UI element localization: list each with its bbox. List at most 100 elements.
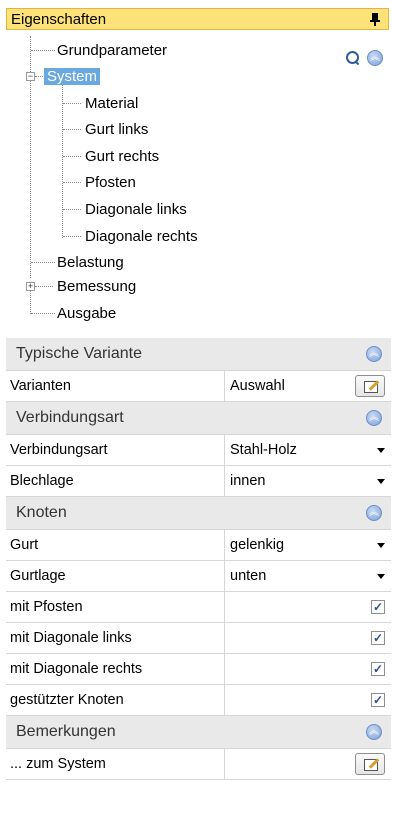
tree-item-material[interactable]: Material xyxy=(82,91,141,115)
property-name: mit Diagonale links xyxy=(6,623,225,653)
tree-item-label: Belastung xyxy=(57,253,124,271)
section-title: Bemerkungen xyxy=(16,723,116,740)
tree-item-ausgabe[interactable]: Ausgabe xyxy=(54,301,119,325)
tree-item-label: Diagonale rechts xyxy=(85,227,198,245)
property-value: Auswahl xyxy=(230,378,285,394)
property-value-gestuetzter-knoten: ✓ xyxy=(225,685,391,715)
section-typische-variante[interactable]: Typische Variante ︽ xyxy=(6,338,391,371)
collapse-all-icon[interactable]: ︽ xyxy=(367,50,383,66)
property-value-mit-diagonale-links: ✓ xyxy=(225,623,391,653)
property-row-gestuetzter-knoten: gestützter Knoten ✓ xyxy=(6,685,391,716)
tree-connector xyxy=(63,129,81,130)
property-value: gelenkig xyxy=(230,537,285,553)
verbindungsart-dropdown[interactable]: Stahl-Holz xyxy=(225,435,391,465)
property-name: Gurtlage xyxy=(6,561,225,591)
properties-panel: Eigenschaften Grundparameter − System Ma… xyxy=(0,0,393,832)
section-title: Knoten xyxy=(16,504,67,521)
search-icon[interactable] xyxy=(345,50,361,66)
dropdown-arrow-icon[interactable] xyxy=(377,447,385,453)
property-value-varianten[interactable]: Auswahl xyxy=(225,371,391,401)
dropdown-arrow-icon[interactable] xyxy=(377,573,385,579)
property-name: mit Pfosten xyxy=(6,592,225,622)
property-row-mit-diagonale-rechts: mit Diagonale rechts ✓ xyxy=(6,654,391,685)
tree-item-gurt-links[interactable]: Gurt links xyxy=(82,117,151,141)
tree-item-label: Bemessung xyxy=(57,277,137,295)
tree-item-grundparameter[interactable]: Grundparameter xyxy=(54,38,170,62)
property-name: mit Diagonale rechts xyxy=(6,654,225,684)
tree-item-bemessung[interactable]: Bemessung xyxy=(54,274,139,298)
property-value-mit-pfosten: ✓ xyxy=(225,592,391,622)
tree-item-label: System xyxy=(44,67,101,85)
gestuetzter-knoten-checkbox[interactable]: ✓ xyxy=(371,693,385,707)
tree-item-label: Grundparameter xyxy=(57,41,168,59)
tree-root-line-end xyxy=(30,290,31,314)
tree-item-pfosten[interactable]: Pfosten xyxy=(82,170,139,194)
tree-connector xyxy=(63,182,81,183)
dropdown-arrow-icon[interactable] xyxy=(377,478,385,484)
property-name: Gurt xyxy=(6,530,225,560)
edit-icon[interactable] xyxy=(355,753,385,775)
property-value: innen xyxy=(230,473,266,489)
tree-connector xyxy=(31,313,55,314)
section-bemerkungen[interactable]: Bemerkungen ︽ xyxy=(6,716,391,749)
tree-toolbar: ︽ xyxy=(345,50,383,66)
tree-connector xyxy=(31,262,55,263)
property-grid: Typische Variante ︽ Varianten Auswahl Ve… xyxy=(6,338,391,780)
tree-item-diagonale-rechts[interactable]: Diagonale rechts xyxy=(82,224,201,248)
property-name: Varianten xyxy=(6,371,225,401)
section-verbindungsart[interactable]: Verbindungsart ︽ xyxy=(6,402,391,435)
panel-titlebar: Eigenschaften xyxy=(6,8,389,30)
tree-connector xyxy=(35,286,53,287)
property-row-varianten: Varianten Auswahl xyxy=(6,371,391,402)
collapse-system-icon[interactable]: − xyxy=(26,72,35,81)
tree-connector xyxy=(63,236,81,237)
chevron-up-circle-icon[interactable]: ︽ xyxy=(366,410,382,426)
chevron-up-circle-icon[interactable]: ︽ xyxy=(366,505,382,521)
property-row-gurtlage: Gurtlage unten xyxy=(6,561,391,592)
mit-diagonale-rechts-checkbox[interactable]: ✓ xyxy=(371,662,385,676)
property-row-mit-diagonale-links: mit Diagonale links ✓ xyxy=(6,623,391,654)
tree-item-label: Diagonale links xyxy=(85,200,187,218)
property-row-zum-system: ... zum System xyxy=(6,749,391,780)
tree-connector xyxy=(63,209,81,210)
property-name: Verbindungsart xyxy=(6,435,225,465)
property-name: ... zum System xyxy=(6,749,225,779)
property-row-blechlage: Blechlage innen xyxy=(6,466,391,497)
blechlage-dropdown[interactable]: innen xyxy=(225,466,391,496)
section-title: Typische Variante xyxy=(16,345,142,362)
tree-item-label: Pfosten xyxy=(85,173,136,191)
tree-item-label: Material xyxy=(85,94,139,112)
section-title: Verbindungsart xyxy=(16,409,124,426)
section-knoten[interactable]: Knoten ︽ xyxy=(6,497,391,530)
property-value: Stahl-Holz xyxy=(230,442,297,458)
dropdown-arrow-icon[interactable] xyxy=(377,542,385,548)
tree-item-belastung[interactable]: Belastung xyxy=(54,250,127,274)
property-value-zum-system[interactable] xyxy=(225,749,391,779)
tree-item-gurt-rechts[interactable]: Gurt rechts xyxy=(82,144,162,168)
property-row-mit-pfosten: mit Pfosten ✓ xyxy=(6,592,391,623)
property-value: unten xyxy=(230,568,267,584)
panel-title: Eigenschaften xyxy=(11,10,107,28)
property-name: gestützter Knoten xyxy=(6,685,225,715)
navigation-tree: Grundparameter − System Material Gurt li… xyxy=(0,36,393,326)
property-value-mit-diagonale-rechts: ✓ xyxy=(225,654,391,684)
property-name: Blechlage xyxy=(6,466,225,496)
chevron-up-circle-icon[interactable]: ︽ xyxy=(366,346,382,362)
property-row-gurt: Gurt gelenkig xyxy=(6,530,391,561)
pin-icon[interactable] xyxy=(368,12,382,26)
tree-item-system[interactable]: System xyxy=(44,64,101,88)
gurtlage-dropdown[interactable]: unten xyxy=(225,561,391,591)
mit-diagonale-links-checkbox[interactable]: ✓ xyxy=(371,631,385,645)
property-row-verbindungsart: Verbindungsart Stahl-Holz xyxy=(6,435,391,466)
mit-pfosten-checkbox[interactable]: ✓ xyxy=(371,600,385,614)
tree-item-diagonale-links[interactable]: Diagonale links xyxy=(82,197,190,221)
chevron-up-circle-icon[interactable]: ︽ xyxy=(366,724,382,740)
tree-connector xyxy=(63,103,81,104)
tree-connector xyxy=(31,50,55,51)
tree-item-label: Gurt links xyxy=(85,120,149,138)
tree-item-label: Ausgabe xyxy=(57,304,117,322)
tree-connector xyxy=(63,156,81,157)
gurt-dropdown[interactable]: gelenkig xyxy=(225,530,391,560)
edit-icon[interactable] xyxy=(355,375,385,397)
tree-item-label: Gurt rechts xyxy=(85,147,160,165)
